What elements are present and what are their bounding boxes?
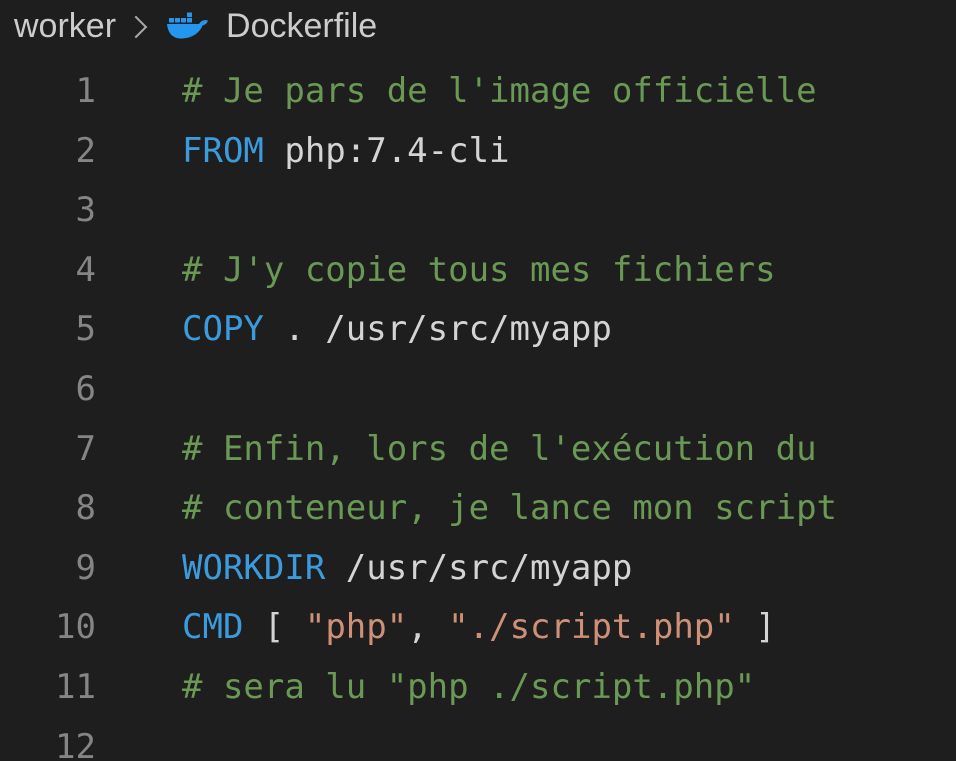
- code-line[interactable]: 3: [0, 181, 956, 241]
- code-token-keyword: COPY: [182, 309, 264, 350]
- line-content: FROM php:7.4-cli: [96, 122, 510, 182]
- code-token-comment: # J'y copie tous mes fichiers: [182, 249, 776, 290]
- breadcrumb: worker Dockerfile: [14, 0, 377, 52]
- code-line[interactable]: 5 COPY . /usr/src/myapp: [0, 300, 956, 360]
- code-editor[interactable]: worker Dockerfile 1 # Je pars de l'image …: [0, 0, 956, 761]
- line-content: # Je pars de l'image officielle: [96, 62, 817, 122]
- line-number: 10: [55, 607, 96, 648]
- code-token-text: ]: [734, 607, 776, 648]
- code-token-text: . /usr/src/myapp: [263, 309, 612, 350]
- line-content: CMD [ "php", "./script.php" ]: [96, 598, 776, 658]
- line-number: 4: [75, 249, 96, 290]
- code-token-text: /usr/src/myapp: [325, 547, 633, 588]
- code-token-keyword: CMD: [182, 607, 244, 648]
- line-content: # J'y copie tous mes fichiers: [96, 241, 776, 301]
- code-token-comment: # Enfin, lors de l'exécution du: [182, 428, 817, 469]
- code-token-string: "php": [304, 607, 408, 648]
- code-line[interactable]: 4 # J'y copie tous mes fichiers: [0, 241, 956, 301]
- code-token-text: php:7.4-cli: [263, 130, 510, 171]
- line-number: 2: [75, 130, 96, 171]
- code-token-comment: # conteneur, je lance mon script: [182, 488, 838, 529]
- line-number: 1: [75, 71, 96, 111]
- line-content: # conteneur, je lance mon script: [96, 479, 837, 539]
- line-number: 12: [55, 726, 96, 761]
- line-number: 6: [75, 368, 96, 409]
- code-line[interactable]: 11 # sera lu "php ./script.php": [0, 658, 956, 718]
- code-token-keyword: WORKDIR: [182, 547, 326, 588]
- code-token-keyword: FROM: [182, 130, 264, 171]
- line-number: 11: [55, 666, 96, 707]
- line-content: # Enfin, lors de l'exécution du: [96, 420, 817, 480]
- line-content: # sera lu "php ./script.php": [96, 658, 755, 718]
- docker-whale-icon: [167, 12, 209, 39]
- line-content: [96, 360, 182, 420]
- code-token-comment: # sera lu "php ./script.php": [182, 666, 756, 707]
- code-area[interactable]: 1 # Je pars de l'image officielle 2 FROM ph…: [0, 62, 956, 761]
- code-line[interactable]: 9 WORKDIR /usr/src/myapp: [0, 539, 956, 599]
- breadcrumb-folder[interactable]: worker: [14, 7, 116, 46]
- code-token-text: [: [243, 607, 305, 648]
- line-content: [96, 181, 182, 241]
- code-line[interactable]: 8 # conteneur, je lance mon script: [0, 479, 956, 539]
- code-line[interactable]: 6: [0, 360, 956, 420]
- line-number: 9: [75, 547, 96, 588]
- code-line[interactable]: 1 # Je pars de l'image officielle: [0, 62, 956, 122]
- line-number: 5: [75, 309, 96, 350]
- code-line[interactable]: 10 CMD [ "php", "./script.php" ]: [0, 598, 956, 658]
- line-number: 8: [75, 488, 96, 529]
- line-number: 7: [75, 428, 96, 469]
- code-token-string: "./script.php": [448, 607, 735, 648]
- code-line[interactable]: 2 FROM php:7.4-cli: [0, 122, 956, 182]
- code-line[interactable]: 7 # Enfin, lors de l'exécution du: [0, 420, 956, 480]
- breadcrumb-file[interactable]: Dockerfile: [226, 7, 377, 46]
- chevron-right-icon: [124, 15, 148, 39]
- line-content: WORKDIR /usr/src/myapp: [96, 539, 632, 599]
- code-token-text: ,: [407, 607, 449, 648]
- line-number: 3: [75, 190, 96, 231]
- line-content: COPY . /usr/src/myapp: [96, 300, 612, 360]
- code-line[interactable]: 12: [0, 718, 956, 761]
- code-token-comment: # Je pars de l'image officielle: [182, 71, 817, 111]
- line-content: [96, 718, 182, 761]
